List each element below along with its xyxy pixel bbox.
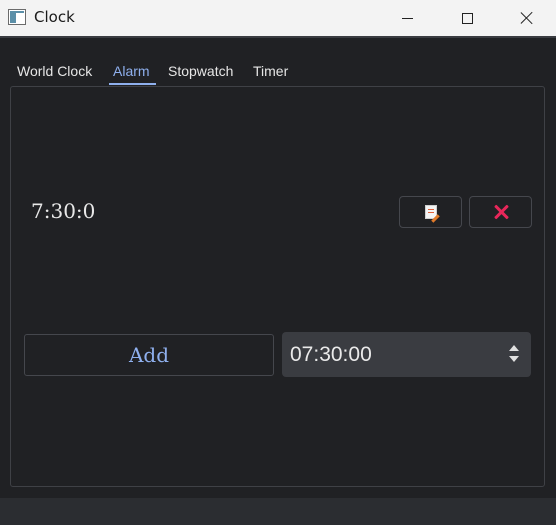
alarm-panel [10,86,545,487]
delete-alarm-button[interactable] [469,196,532,228]
alarm-time-spinbox[interactable]: 07:30:00 [282,332,531,377]
active-tab-indicator [109,83,156,85]
close-window-button[interactable] [504,0,550,36]
delete-x-icon [493,204,509,220]
minimize-icon [401,17,413,19]
minimize-button[interactable] [384,0,430,36]
add-alarm-button[interactable]: Add [24,334,274,376]
tab-stopwatch[interactable]: Stopwatch [168,62,233,86]
maximize-icon [461,12,473,24]
close-icon [520,11,534,25]
title-bar: Clock [0,0,556,36]
spin-up-icon[interactable] [509,345,519,351]
status-bar [0,498,556,525]
window-title: Clock [34,8,75,26]
edit-alarm-button[interactable] [399,196,462,228]
alarm-time-value[interactable]: 07:30:00 [290,342,372,368]
tab-world-clock[interactable]: World Clock [17,62,92,86]
alarm-entry-time: 7:30:0 [31,199,96,223]
edit-document-icon [424,205,437,219]
maximize-button[interactable] [444,0,490,36]
window-app-icon [8,9,26,25]
tab-timer[interactable]: Timer [253,62,288,86]
spin-down-icon[interactable] [509,356,519,362]
